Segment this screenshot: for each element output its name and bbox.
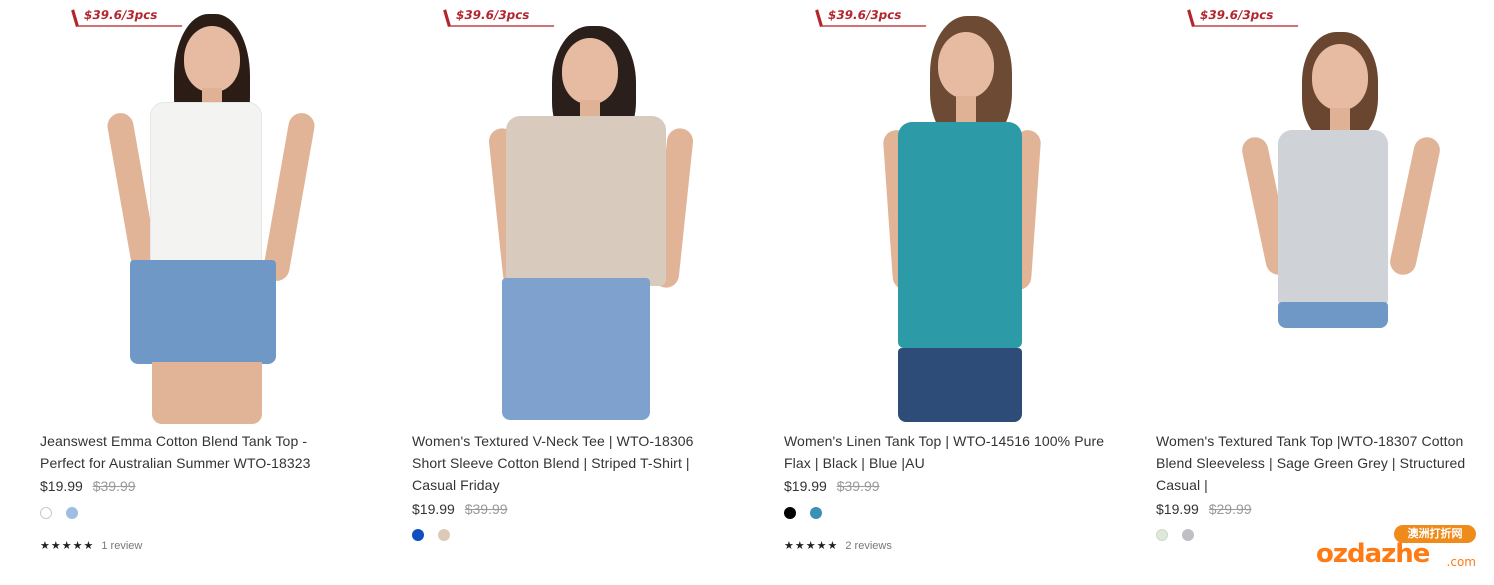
head xyxy=(562,38,618,104)
star-rating-icon: ★★★★★ xyxy=(40,539,95,552)
beige-v-neck-tee xyxy=(506,116,666,286)
right-arm xyxy=(1387,134,1443,278)
model-figure xyxy=(412,12,752,422)
sale-price: $19.99 xyxy=(40,478,83,494)
sale-price: $19.99 xyxy=(1156,501,1199,517)
price-row: $19.99 $39.99 xyxy=(784,478,880,494)
white-tank-top xyxy=(150,102,262,274)
color-swatches xyxy=(412,529,450,541)
color-swatches xyxy=(1156,529,1194,541)
legs xyxy=(152,362,262,424)
head xyxy=(938,32,994,98)
swatch-blue[interactable] xyxy=(810,507,822,519)
product-image-1[interactable]: $39.6/3pcs xyxy=(40,0,380,424)
color-swatches xyxy=(40,507,78,519)
swatch-grey[interactable] xyxy=(1182,529,1194,541)
star-rating-icon: ★★★★★ xyxy=(784,539,839,552)
compare-price: $39.99 xyxy=(92,478,136,494)
swatch-white[interactable] xyxy=(40,507,52,519)
product-image-4[interactable]: $39.6/3pcs xyxy=(1156,0,1494,422)
denim-skirt xyxy=(502,278,650,420)
product-title-1[interactable]: Jeanswest Emma Cotton Blend Tank Top - P… xyxy=(40,430,380,474)
right-arm xyxy=(261,111,317,283)
product-card-4[interactable]: $39.6/3pcs Women's Textured Tank Top |WT… xyxy=(1156,0,1494,585)
neck xyxy=(956,96,976,124)
price-row: $19.99 $39.99 xyxy=(40,478,136,494)
price-row: $19.99 $29.99 xyxy=(1156,501,1252,517)
product-title-2[interactable]: Women's Textured V-Neck Tee | WTO-18306 … xyxy=(412,430,752,496)
swatch-blue[interactable] xyxy=(412,529,424,541)
color-swatches xyxy=(784,507,822,519)
product-title-4[interactable]: Women's Textured Tank Top |WTO-18307 Cot… xyxy=(1156,430,1494,496)
grey-textured-tank-top xyxy=(1278,130,1388,306)
watermark-suffix: .com xyxy=(1446,555,1476,569)
swatch-beige[interactable] xyxy=(438,529,450,541)
compare-price: $39.99 xyxy=(464,501,508,517)
review-count[interactable]: 2 reviews xyxy=(845,540,891,552)
model-figure xyxy=(784,12,1124,422)
model-figure xyxy=(1156,12,1494,422)
jeans-waist xyxy=(1278,302,1388,328)
teal-linen-tank-top xyxy=(898,122,1022,348)
sale-price: $19.99 xyxy=(412,501,455,517)
head xyxy=(1312,44,1368,110)
product-image-2[interactable]: $39.6/3pcs xyxy=(412,0,752,422)
dark-jeans xyxy=(898,348,1022,422)
product-title-3[interactable]: Women's Linen Tank Top | WTO-14516 100% … xyxy=(784,430,1124,474)
compare-price: $39.99 xyxy=(836,478,880,494)
review-count[interactable]: 1 review xyxy=(101,540,142,552)
product-grid: $39.6/3pcs Jeanswest Emma Cotton Blend T… xyxy=(0,0,1494,585)
ozdazhe-watermark-logo: 澳洲打折网 ozdazhe .com xyxy=(1306,525,1476,575)
watermark-main: ozdazhe xyxy=(1316,539,1430,569)
head xyxy=(184,26,240,92)
compare-price: $29.99 xyxy=(1208,501,1252,517)
product-card-2[interactable]: $39.6/3pcs Women's Textured V-Neck Tee |… xyxy=(412,0,752,585)
product-card-3[interactable]: $39.6/3pcs Women's Linen Tank Top | WTO-… xyxy=(784,0,1124,585)
swatch-light-blue[interactable] xyxy=(66,507,78,519)
price-row: $19.99 $39.99 xyxy=(412,501,508,517)
rating: ★★★★★ 1 review xyxy=(40,539,142,552)
sale-price: $19.99 xyxy=(784,478,827,494)
swatch-sage-green[interactable] xyxy=(1156,529,1168,541)
swatch-black[interactable] xyxy=(784,507,796,519)
model-figure xyxy=(40,12,380,424)
denim-shorts xyxy=(130,260,276,364)
rating: ★★★★★ 2 reviews xyxy=(784,539,892,552)
product-card-1[interactable]: $39.6/3pcs Jeanswest Emma Cotton Blend T… xyxy=(40,0,380,585)
product-image-3[interactable]: $39.6/3pcs xyxy=(784,0,1124,422)
